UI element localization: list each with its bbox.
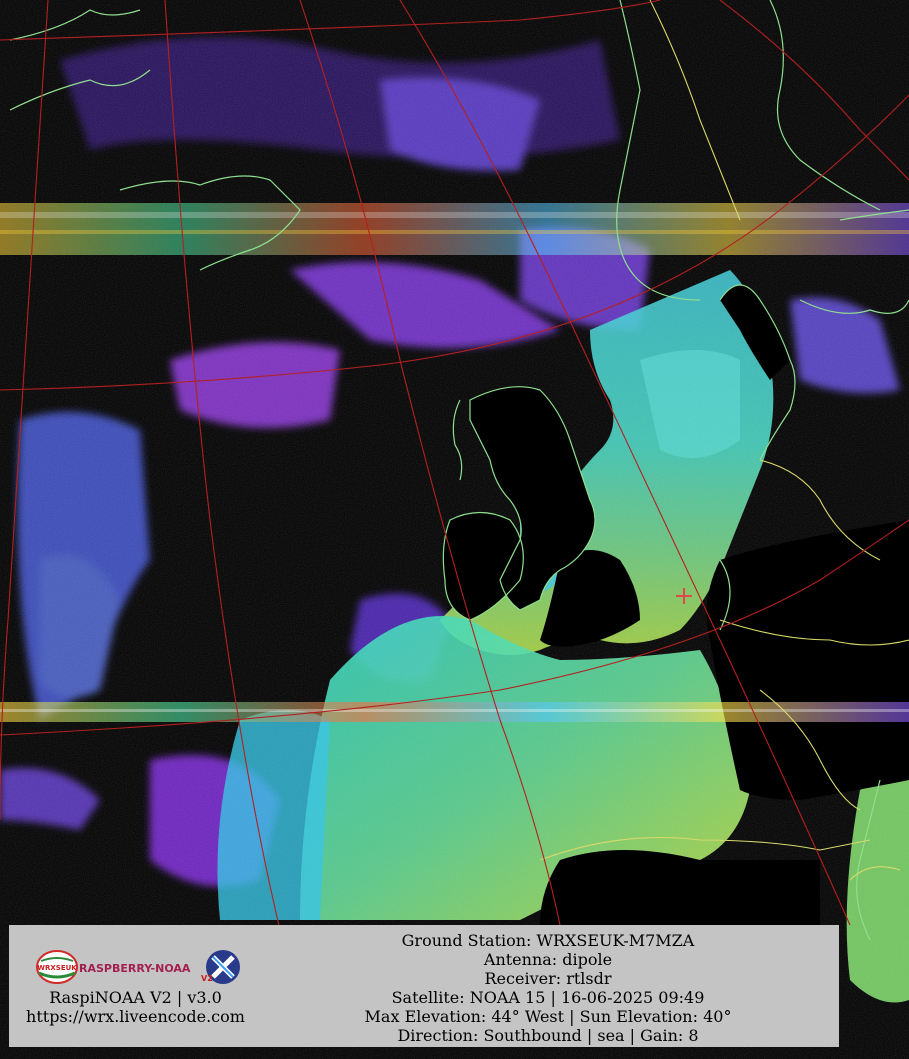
logo-suffix: V2 xyxy=(201,974,213,983)
ground-station-line: Ground Station: WRXSEUK-M7MZA xyxy=(401,931,695,950)
station-website: https://wrx.liveencode.com xyxy=(26,1007,245,1026)
caption-branding: WRXSEUK RASPBERRY-NOAA V2 RaspiNOAA V2 |… xyxy=(9,925,262,1047)
logo-badge-text: WRXSEUK xyxy=(37,964,77,972)
raspberry-noaa-logo: WRXSEUK RASPBERRY-NOAA V2 xyxy=(36,950,240,984)
logo-wordmark: RASPBERRY-NOAA xyxy=(79,962,191,975)
pass-details: Ground Station: WRXSEUK-M7MZA Antenna: d… xyxy=(339,931,757,1045)
software-version: RaspiNOAA V2 | v3.0 xyxy=(49,988,222,1007)
direction-line: Direction: Southbound | sea | Gain: 8 xyxy=(397,1026,699,1045)
noaa-false-color-map xyxy=(0,0,909,1059)
satellite-image: WRXSEUK RASPBERRY-NOAA V2 RaspiNOAA V2 |… xyxy=(0,0,909,1059)
receiver-line: Receiver: rtlsdr xyxy=(484,969,612,988)
antenna-line: Antenna: dipole xyxy=(483,950,613,969)
satellite-line: Satellite: NOAA 15 | 16-06-2025 09:49 xyxy=(391,988,705,1007)
caption-panel: WRXSEUK RASPBERRY-NOAA V2 RaspiNOAA V2 |… xyxy=(9,925,839,1047)
elevation-line: Max Elevation: 44° West | Sun Elevation:… xyxy=(364,1007,732,1026)
